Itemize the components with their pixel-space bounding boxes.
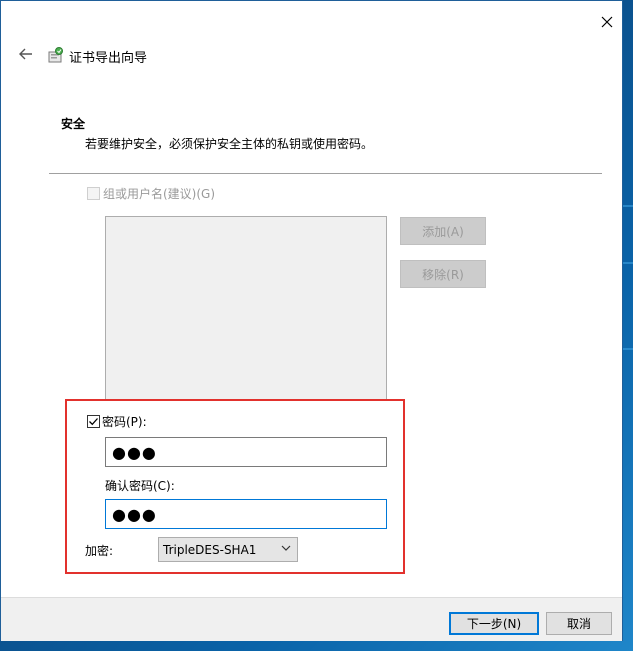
section-divider bbox=[49, 173, 602, 174]
group-or-user-listbox[interactable] bbox=[105, 216, 387, 401]
checkmark-icon bbox=[89, 418, 98, 426]
chevron-down-icon bbox=[281, 545, 291, 551]
certificate-export-wizard-dialog: 证书导出向导 安全 若要维护安全，必须保护安全主体的私钥或使用密码。 组或用户名… bbox=[0, 0, 623, 641]
encryption-select[interactable]: TripleDES-SHA1 bbox=[158, 537, 298, 562]
confirm-password-label: 确认密码(C): bbox=[105, 479, 175, 493]
password-label: 密码(P): bbox=[102, 415, 147, 429]
back-button[interactable] bbox=[13, 41, 39, 67]
encryption-selected-value: TripleDES-SHA1 bbox=[163, 542, 257, 557]
group-or-user-label: 组或用户名(建议)(G) bbox=[103, 187, 216, 201]
confirm-password-input[interactable]: ●●● bbox=[105, 499, 387, 529]
next-button[interactable]: 下一步(N) bbox=[449, 612, 539, 635]
remove-button[interactable]: 移除(R) bbox=[400, 260, 486, 288]
cancel-button[interactable]: 取消 bbox=[546, 612, 612, 635]
close-button[interactable] bbox=[589, 7, 625, 37]
group-or-user-checkbox[interactable] bbox=[87, 187, 100, 200]
add-button[interactable]: 添加(A) bbox=[400, 217, 486, 245]
section-title: 安全 bbox=[61, 117, 86, 131]
certificate-wizard-icon bbox=[48, 47, 63, 63]
close-icon bbox=[601, 16, 613, 28]
encryption-label: 加密: bbox=[85, 544, 114, 558]
password-checkbox[interactable] bbox=[87, 415, 100, 428]
back-arrow-icon bbox=[19, 48, 32, 60]
section-description: 若要维护安全，必须保护安全主体的私钥或使用密码。 bbox=[85, 137, 374, 151]
password-input[interactable]: ●●● bbox=[105, 437, 387, 467]
wizard-title: 证书导出向导 bbox=[69, 51, 148, 66]
